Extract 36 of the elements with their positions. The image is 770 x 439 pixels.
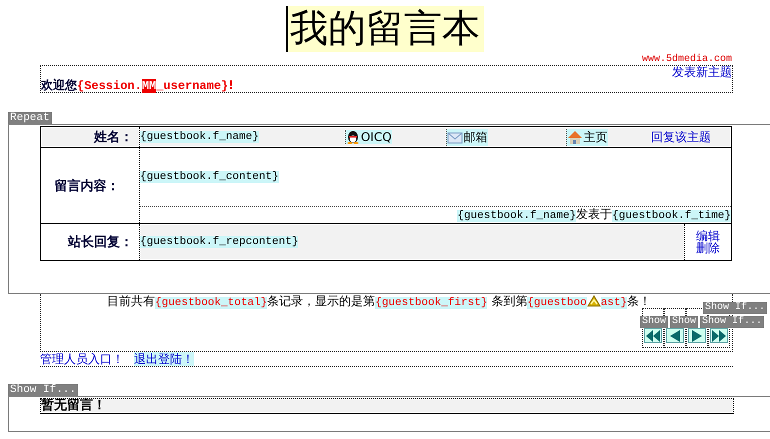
region-tag: Repeat: [8, 112, 52, 124]
region-tag: Show If...: [700, 316, 764, 328]
field-label: 留言内容：: [40, 148, 140, 224]
name-variable: {guestbook.f_name}: [140, 131, 259, 143]
triangle-icon: [586, 295, 601, 307]
envelope-icon: [446, 130, 463, 144]
penguin-icon: [346, 130, 360, 144]
new-topic-link[interactable]: 发表新主题: [672, 66, 732, 78]
admin-link[interactable]: 编辑: [696, 230, 720, 242]
pager-button[interactable]: [666, 328, 684, 343]
pager-button[interactable]: [644, 328, 662, 343]
footer-link[interactable]: 退出登陆！: [134, 352, 194, 366]
reply-link[interactable]: 回复该主题: [651, 128, 711, 146]
empty-message: 暂无留言！: [40, 398, 734, 414]
region-tag: Show: [670, 316, 698, 328]
footer-link[interactable]: 管理人员入口！: [40, 352, 124, 366]
contact-link[interactable]: 主页: [566, 128, 608, 146]
admin-link[interactable]: 删除: [696, 242, 720, 254]
contact-link[interactable]: 邮箱: [446, 128, 488, 146]
posted-by-text: {guestbook.f_name}发表于{guestbook.f_time}: [457, 207, 731, 223]
reply-variable: {guestbook.f_repcontent}: [140, 236, 298, 248]
house-icon: [566, 130, 583, 144]
welcome-text: 欢迎您{Session.MM_username}!: [41, 78, 235, 93]
double-arrow-icon: [711, 328, 727, 342]
region-tag: Show If...: [8, 384, 78, 396]
pager-button[interactable]: [710, 328, 728, 343]
double-arrow-icon: [645, 328, 661, 342]
contact-link[interactable]: OICQ: [344, 130, 392, 144]
field-label: 站长回复：: [40, 224, 140, 260]
page-title: 我的留言本: [286, 6, 484, 52]
pager-button[interactable]: [688, 328, 706, 343]
region-tag: Show If...: [702, 302, 767, 314]
field-label: 姓名：: [40, 126, 140, 148]
site-url: www.5dmedia.com: [642, 54, 732, 65]
content-variable: {guestbook.f_content}: [140, 171, 279, 183]
region-tag: Show: [640, 316, 668, 328]
